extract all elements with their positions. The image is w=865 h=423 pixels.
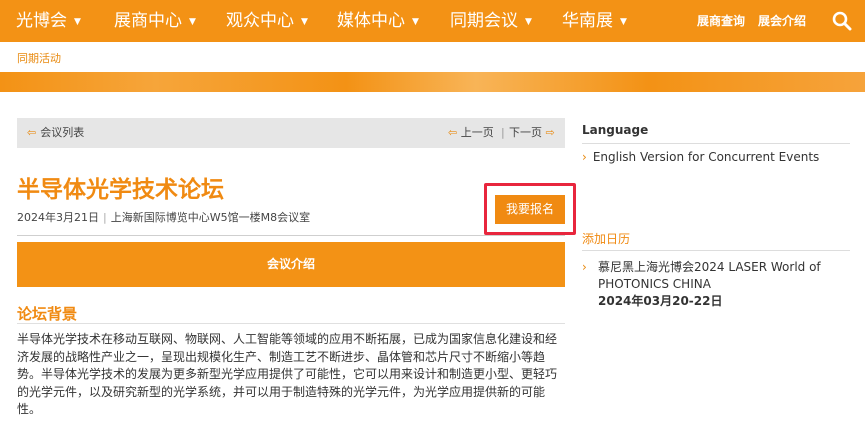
event-meta: 2024年3月21日 | 上海新国际博览中心W5馆一楼M8会议室 [17, 209, 310, 225]
sidebar-divider [582, 143, 850, 144]
chevron-down-icon: ▼ [525, 17, 532, 27]
arrow-right-icon: ⇨ [545, 126, 555, 139]
calendar-heading: 添加日历 [582, 232, 631, 246]
exhibitor-search-link[interactable]: 展商查询 [697, 0, 745, 42]
banner-strip [0, 72, 865, 92]
search-icon[interactable] [832, 11, 852, 31]
chevron-right-icon: › [582, 150, 587, 164]
nav-item-conference[interactable]: 同期会议 ▼ [450, 0, 532, 42]
event-location: 上海新国际博览中心W5馆一楼M8会议室 [110, 211, 311, 224]
nav-item-media[interactable]: 媒体中心 ▼ [337, 0, 419, 42]
show-intro-link[interactable]: 展会介绍 [758, 0, 806, 42]
language-heading: Language [582, 123, 649, 137]
chevron-down-icon: ▼ [620, 17, 627, 27]
nav-separator: | [501, 126, 505, 139]
arrow-left-icon: ⇦ [27, 126, 37, 139]
next-page-link[interactable]: 下一页 ⇨ [509, 118, 555, 148]
event-nav-bar: ⇦ 会议列表 ⇦ 上一页 | 下一页 ⇨ [17, 118, 565, 148]
event-date: 2024年3月21日 [17, 211, 99, 224]
calendar-event-title: 慕尼黑上海光博会2024 LASER World of PHOTONICS CH… [598, 260, 821, 291]
english-version-link[interactable]: › English Version for Concurrent Events [582, 150, 819, 164]
chevron-right-icon: › [582, 260, 587, 274]
chevron-down-icon: ▼ [189, 17, 196, 27]
section-text: 半导体光学技术在移动互联网、物联网、人工智能等领域的应用不断拓展，已成为国家信息… [17, 332, 558, 416]
sidebar-divider [582, 250, 850, 251]
prev-page-link[interactable]: ⇦ 上一页 [448, 118, 494, 148]
nav-item-exhibitor[interactable]: 展商中心 ▼ [114, 0, 196, 42]
chevron-down-icon: ▼ [301, 17, 308, 27]
top-nav: 光博会 ▼ 展商中心 ▼ 观众中心 ▼ 媒体中心 ▼ 同期会议 ▼ 华南展 ▼ 展商查询 展… [0, 0, 865, 42]
event-title: 半导体光学技术论坛 [17, 177, 224, 203]
nav-item-visitor[interactable]: 观众中心 ▼ [226, 0, 308, 42]
divider [17, 235, 565, 236]
meta-divider: | [103, 211, 107, 224]
chevron-down-icon: ▼ [412, 17, 419, 27]
register-button[interactable]: 我要报名 [495, 195, 565, 224]
calendar-event-link[interactable]: › 慕尼黑上海光博会2024 LASER World of PHOTONICS … [582, 259, 850, 310]
calendar-event-date: 2024年03月20-22日 [598, 294, 723, 308]
nav-item-south-china[interactable]: 华南展 ▼ [562, 0, 627, 42]
section-heading: 论坛背景 [17, 305, 78, 323]
nav-item-home[interactable]: 光博会 ▼ [16, 0, 81, 42]
back-to-list-link[interactable]: ⇦ 会议列表 [27, 118, 84, 148]
section-divider [17, 323, 565, 324]
arrow-left-icon: ⇦ [448, 126, 458, 139]
breadcrumb[interactable]: 同期活动 [17, 50, 61, 66]
tab-intro[interactable]: 会议介绍 [17, 242, 565, 287]
chevron-down-icon: ▼ [74, 17, 81, 27]
